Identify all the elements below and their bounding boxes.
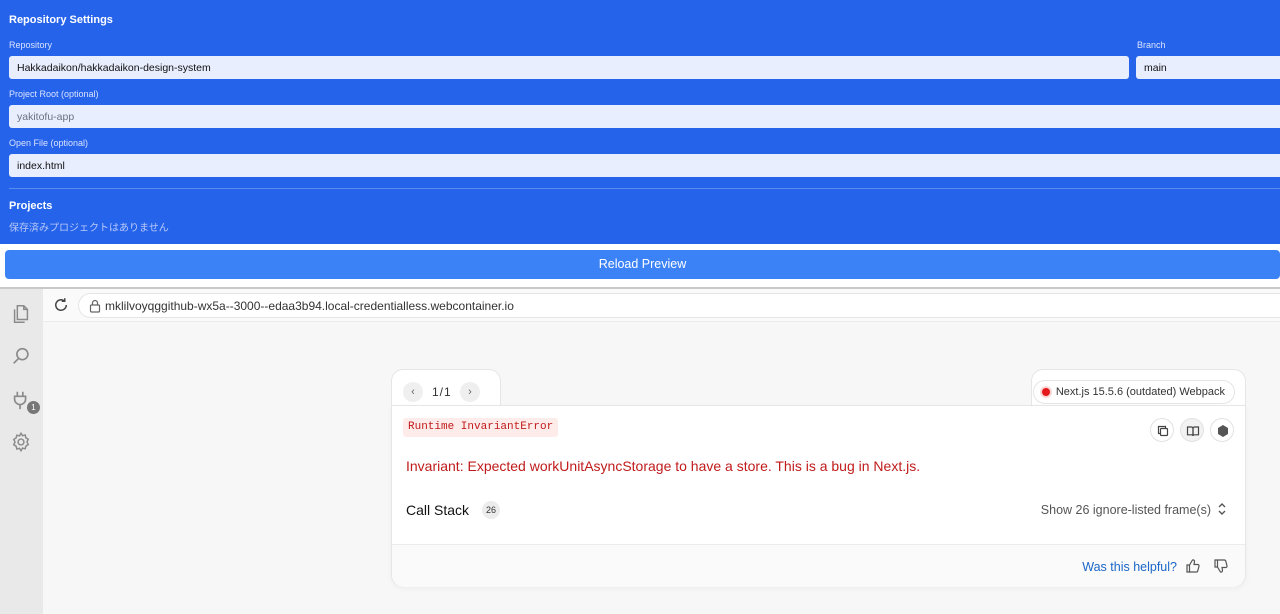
helpful-prompt: Was this helpful? (1082, 560, 1177, 574)
version-tab: Next.js 15.5.6 (outdated) Webpack (1031, 369, 1246, 407)
call-stack-label: Call Stack (406, 502, 470, 518)
copy-button[interactable] (1150, 418, 1174, 442)
repository-label: Repository (9, 40, 53, 50)
settings-title: Repository Settings (9, 14, 113, 26)
branch-input[interactable] (1136, 56, 1280, 79)
branch-label: Branch (1137, 40, 1166, 50)
book-icon (1186, 426, 1200, 437)
lock-icon (89, 299, 101, 313)
files-icon[interactable] (10, 303, 32, 325)
project-root-input[interactable] (9, 105, 1280, 128)
docs-button[interactable] (1180, 418, 1204, 442)
url-bar[interactable]: mklilvoyqggithub-wx5a--3000--edaa3b94.lo… (78, 293, 1280, 318)
url-text: mklilvoyqggithub-wx5a--3000--edaa3b94.lo… (105, 299, 514, 313)
version-label: Next.js 15.5.6 (outdated) Webpack (1055, 386, 1225, 398)
show-ignored-frames-button[interactable]: Show 26 ignore-listed frame(s) (1041, 503, 1211, 517)
extensions-badge: 1 (27, 401, 40, 414)
prev-error-button[interactable]: ‹ (403, 382, 423, 402)
gear-icon[interactable] (10, 431, 32, 453)
projects-empty-message: 保存済みプロジェクトはありません (9, 223, 169, 234)
open-file-label: Open File (optional) (9, 138, 89, 148)
chevron-up-down-icon[interactable] (1217, 502, 1227, 516)
activity-bar: 1 (0, 289, 43, 614)
browser-bar: mklilvoyqggithub-wx5a--3000--edaa3b94.lo… (43, 289, 1280, 322)
error-overlay: ‹ 1/1 › Next.js 15.5.6 (outdated) Webpac… (391, 369, 1246, 587)
project-root-label: Project Root (optional) (9, 89, 99, 99)
repository-settings-panel: Repository Settings Repository Branch Pr… (0, 0, 1280, 244)
nextjs-version-badge[interactable]: Next.js 15.5.6 (outdated) Webpack (1032, 380, 1235, 404)
error-card: Runtime InvariantError Invariant: Expect… (391, 405, 1246, 587)
error-pagination-tab: ‹ 1/1 › (391, 369, 501, 407)
copy-icon (1157, 425, 1169, 437)
settings-divider (9, 188, 1280, 189)
search-icon[interactable] (10, 345, 32, 367)
projects-title: Projects (9, 200, 53, 212)
open-file-input[interactable] (9, 154, 1280, 177)
call-stack-count: 26 (482, 501, 500, 519)
error-message: Invariant: Expected workUnitAsyncStorage… (406, 458, 921, 474)
next-error-button[interactable]: › (460, 382, 480, 402)
thumbs-down-icon[interactable] (1213, 558, 1229, 574)
thumbs-up-icon[interactable] (1185, 558, 1201, 574)
page-indicator: 1/1 (432, 385, 452, 399)
repository-input[interactable] (9, 56, 1129, 79)
status-dot (1041, 388, 1050, 396)
hexagon-icon (1218, 425, 1228, 437)
refresh-icon[interactable] (52, 296, 70, 314)
error-type-badge: Runtime InvariantError (403, 418, 559, 437)
reload-preview-button[interactable]: Reload Preview (5, 250, 1280, 279)
nodejs-button[interactable] (1210, 418, 1234, 442)
feedback-footer: Was this helpful? (392, 544, 1245, 587)
